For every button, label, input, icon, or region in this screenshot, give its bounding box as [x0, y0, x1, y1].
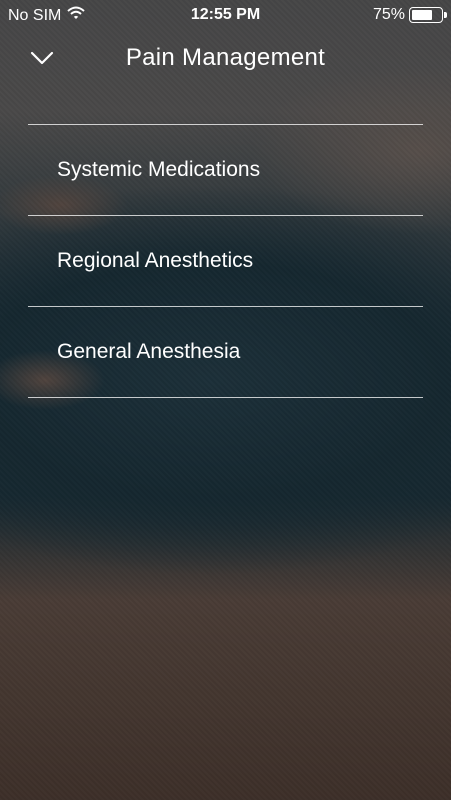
page-title: Pain Management: [125, 44, 326, 71]
menu-item-label: Regional Anesthetics: [57, 249, 254, 272]
status-bar-right: 75%: [372, 6, 447, 24]
menu-item-label: Systemic Medications: [57, 158, 261, 181]
battery-fill: [412, 10, 432, 20]
app-screen: No SIM 12:55 PM 75% Pain Management Syst…: [0, 0, 451, 800]
menu-item-regional-anesthetics[interactable]: Regional Anesthetics: [28, 216, 423, 307]
battery-icon: [409, 7, 447, 23]
menu-item-general-anesthesia[interactable]: General Anesthesia: [28, 307, 423, 398]
menu-item-label: General Anesthesia: [57, 340, 241, 363]
status-bar: No SIM 12:55 PM 75%: [0, 0, 451, 30]
header: Pain Management: [0, 30, 451, 90]
menu-list: Systemic Medications Regional Anesthetic…: [28, 124, 423, 398]
menu-item-systemic-medications[interactable]: Systemic Medications: [28, 125, 423, 216]
dim-overlay: [0, 0, 451, 800]
battery-tip: [444, 12, 447, 18]
battery-percentage: 75%: [372, 6, 405, 23]
